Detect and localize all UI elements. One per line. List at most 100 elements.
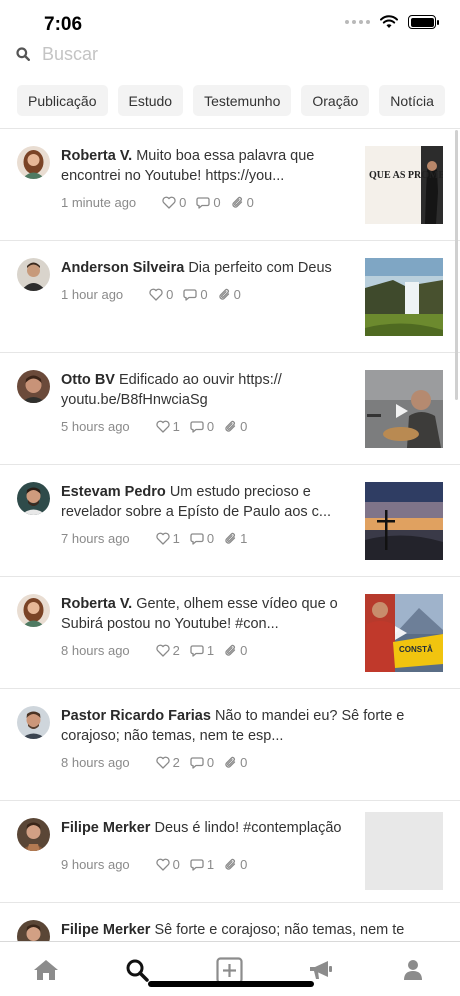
- chip-estudo[interactable]: Estudo: [117, 85, 184, 116]
- post-thumbnail[interactable]: [365, 370, 443, 448]
- comment-button[interactable]: 0: [196, 195, 221, 210]
- avatar[interactable]: [17, 818, 50, 851]
- feed-post[interactable]: Roberta V. Muito boa essa palavra que en…: [0, 129, 460, 241]
- post-meta: 8 hours ago 2 1 0: [61, 643, 257, 658]
- comment-icon: [190, 533, 204, 545]
- post-body: Deus é lindo! #contemplação: [154, 820, 342, 836]
- like-button[interactable]: 1: [156, 419, 180, 434]
- feed-post[interactable]: Otto BV Edificado ao ouvir https:// yout…: [0, 353, 460, 465]
- post-author[interactable]: Anderson Silveira: [61, 260, 184, 276]
- like-button[interactable]: 0: [156, 857, 180, 872]
- feed[interactable]: Roberta V. Muito boa essa palavra que en…: [0, 129, 460, 941]
- feed-post[interactable]: Roberta V. Gente, olhem esse vídeo que o…: [0, 577, 460, 689]
- comment-icon: [190, 757, 204, 769]
- post-text: Filipe Merker Deus é lindo! #contemplaçã…: [61, 818, 351, 838]
- comment-icon: [183, 289, 198, 301]
- like-button[interactable]: 0: [149, 287, 173, 302]
- comment-button[interactable]: 0: [190, 531, 214, 546]
- category-chips: Publicação Estudo Testemunho Oração Notí…: [17, 85, 445, 116]
- chip-testemunho[interactable]: Testemunho: [193, 85, 292, 116]
- post-time: 9 hours ago: [61, 857, 130, 872]
- post-text: Roberta V. Gente, olhem esse vídeo que o…: [61, 594, 351, 634]
- post-meta: 9 hours ago 0 1 0: [61, 857, 257, 872]
- post-author[interactable]: Roberta V.: [61, 596, 132, 612]
- tab-new-post[interactable]: [215, 956, 243, 984]
- comment-button[interactable]: 1: [190, 643, 214, 658]
- attachment-button[interactable]: 0: [224, 755, 247, 770]
- post-author[interactable]: Filipe Merker: [61, 820, 150, 836]
- post-author[interactable]: Filipe Merker: [61, 922, 150, 938]
- tab-announcements[interactable]: [307, 956, 335, 984]
- feed-post[interactable]: Estevam Pedro Um estudo precioso e revel…: [0, 465, 460, 577]
- like-button[interactable]: 2: [156, 643, 180, 658]
- add-post-icon: [215, 956, 243, 984]
- post-thumbnail[interactable]: QUE AS PROMESSAS TE CUMPRAM: [365, 146, 443, 224]
- search-input[interactable]: [42, 43, 402, 65]
- post-meta: 7 hours ago 1 0 1: [61, 531, 257, 546]
- post-thumbnail-placeholder[interactable]: [365, 812, 443, 890]
- like-button[interactable]: 1: [156, 531, 180, 546]
- attachment-count: 0: [240, 643, 248, 658]
- attachment-button[interactable]: 0: [231, 195, 254, 210]
- feed-post[interactable]: Pastor Ricardo Farias Não to mandei eu? …: [0, 689, 460, 801]
- feed-post[interactable]: Anderson Silveira Dia perfeito com Deus …: [0, 241, 460, 353]
- scrollbar[interactable]: [455, 130, 458, 400]
- attachment-button[interactable]: 0: [224, 643, 247, 658]
- avatar[interactable]: [17, 594, 50, 627]
- post-meta: 5 hours ago 1 0 0: [61, 419, 257, 434]
- like-count: 0: [172, 857, 180, 872]
- post-text: Otto BV Edificado ao ouvir https:// yout…: [61, 370, 351, 410]
- post-text: Estevam Pedro Um estudo precioso e revel…: [61, 482, 351, 522]
- attachment-button[interactable]: 0: [224, 857, 247, 872]
- feed-post[interactable]: Filipe Merker Deus é lindo! #contemplaçã…: [0, 801, 460, 903]
- avatar[interactable]: [17, 482, 50, 515]
- avatar[interactable]: [17, 706, 50, 739]
- attachment-button[interactable]: 0: [218, 287, 241, 302]
- avatar[interactable]: [17, 920, 50, 941]
- post-time: 8 hours ago: [61, 755, 130, 770]
- post-meta: 1 hour ago 0 0 0: [61, 287, 251, 302]
- megaphone-icon: [310, 961, 332, 979]
- avatar[interactable]: [17, 370, 50, 403]
- paperclip-icon: [225, 858, 236, 870]
- comment-button[interactable]: 0: [190, 419, 214, 434]
- tab-home[interactable]: [32, 956, 60, 984]
- comment-button[interactable]: 1: [190, 857, 214, 872]
- comment-count: 0: [206, 531, 215, 546]
- post-thumbnail[interactable]: CONSTÂ: [365, 594, 443, 672]
- attachment-count: 0: [233, 287, 241, 302]
- avatar[interactable]: [17, 258, 50, 291]
- like-count: 1: [172, 419, 180, 434]
- chip-oracao[interactable]: Oração: [301, 85, 370, 116]
- post-author[interactable]: Otto BV: [61, 372, 115, 388]
- post-time: 7 hours ago: [61, 531, 130, 546]
- status-time: 7:06: [44, 14, 83, 35]
- tab-bar: [0, 941, 460, 996]
- like-button[interactable]: 0: [162, 195, 186, 210]
- chip-noticia[interactable]: Notícia: [379, 85, 445, 116]
- post-author[interactable]: Roberta V.: [61, 148, 132, 164]
- comment-button[interactable]: 0: [183, 287, 208, 302]
- profile-icon: [404, 960, 422, 980]
- comment-icon: [196, 197, 211, 209]
- attachment-button[interactable]: 1: [224, 531, 247, 546]
- post-author[interactable]: Pastor Ricardo Farias: [61, 708, 211, 724]
- tab-profile[interactable]: [399, 956, 427, 984]
- tab-search[interactable]: [123, 956, 151, 984]
- post-body: Sê forte e corajoso; não temas, nem te: [154, 922, 405, 938]
- heart-icon: [156, 858, 170, 871]
- like-button[interactable]: 2: [156, 755, 180, 770]
- attachment-button[interactable]: 0: [224, 419, 247, 434]
- post-author[interactable]: Estevam Pedro: [61, 484, 166, 500]
- wifi-icon: [380, 15, 398, 28]
- post-thumbnail[interactable]: [365, 482, 443, 560]
- feed-post[interactable]: Filipe Merker Sê forte e corajoso; não t…: [0, 903, 460, 941]
- paperclip-icon: [225, 532, 236, 544]
- avatar[interactable]: [17, 146, 50, 179]
- post-thumbnail[interactable]: [365, 258, 443, 336]
- chip-publicacao[interactable]: Publicação: [17, 85, 108, 116]
- comment-button[interactable]: 0: [190, 755, 214, 770]
- heart-icon: [156, 756, 170, 769]
- heart-icon: [156, 532, 170, 545]
- post-text: Roberta V. Muito boa essa palavra que en…: [61, 146, 351, 186]
